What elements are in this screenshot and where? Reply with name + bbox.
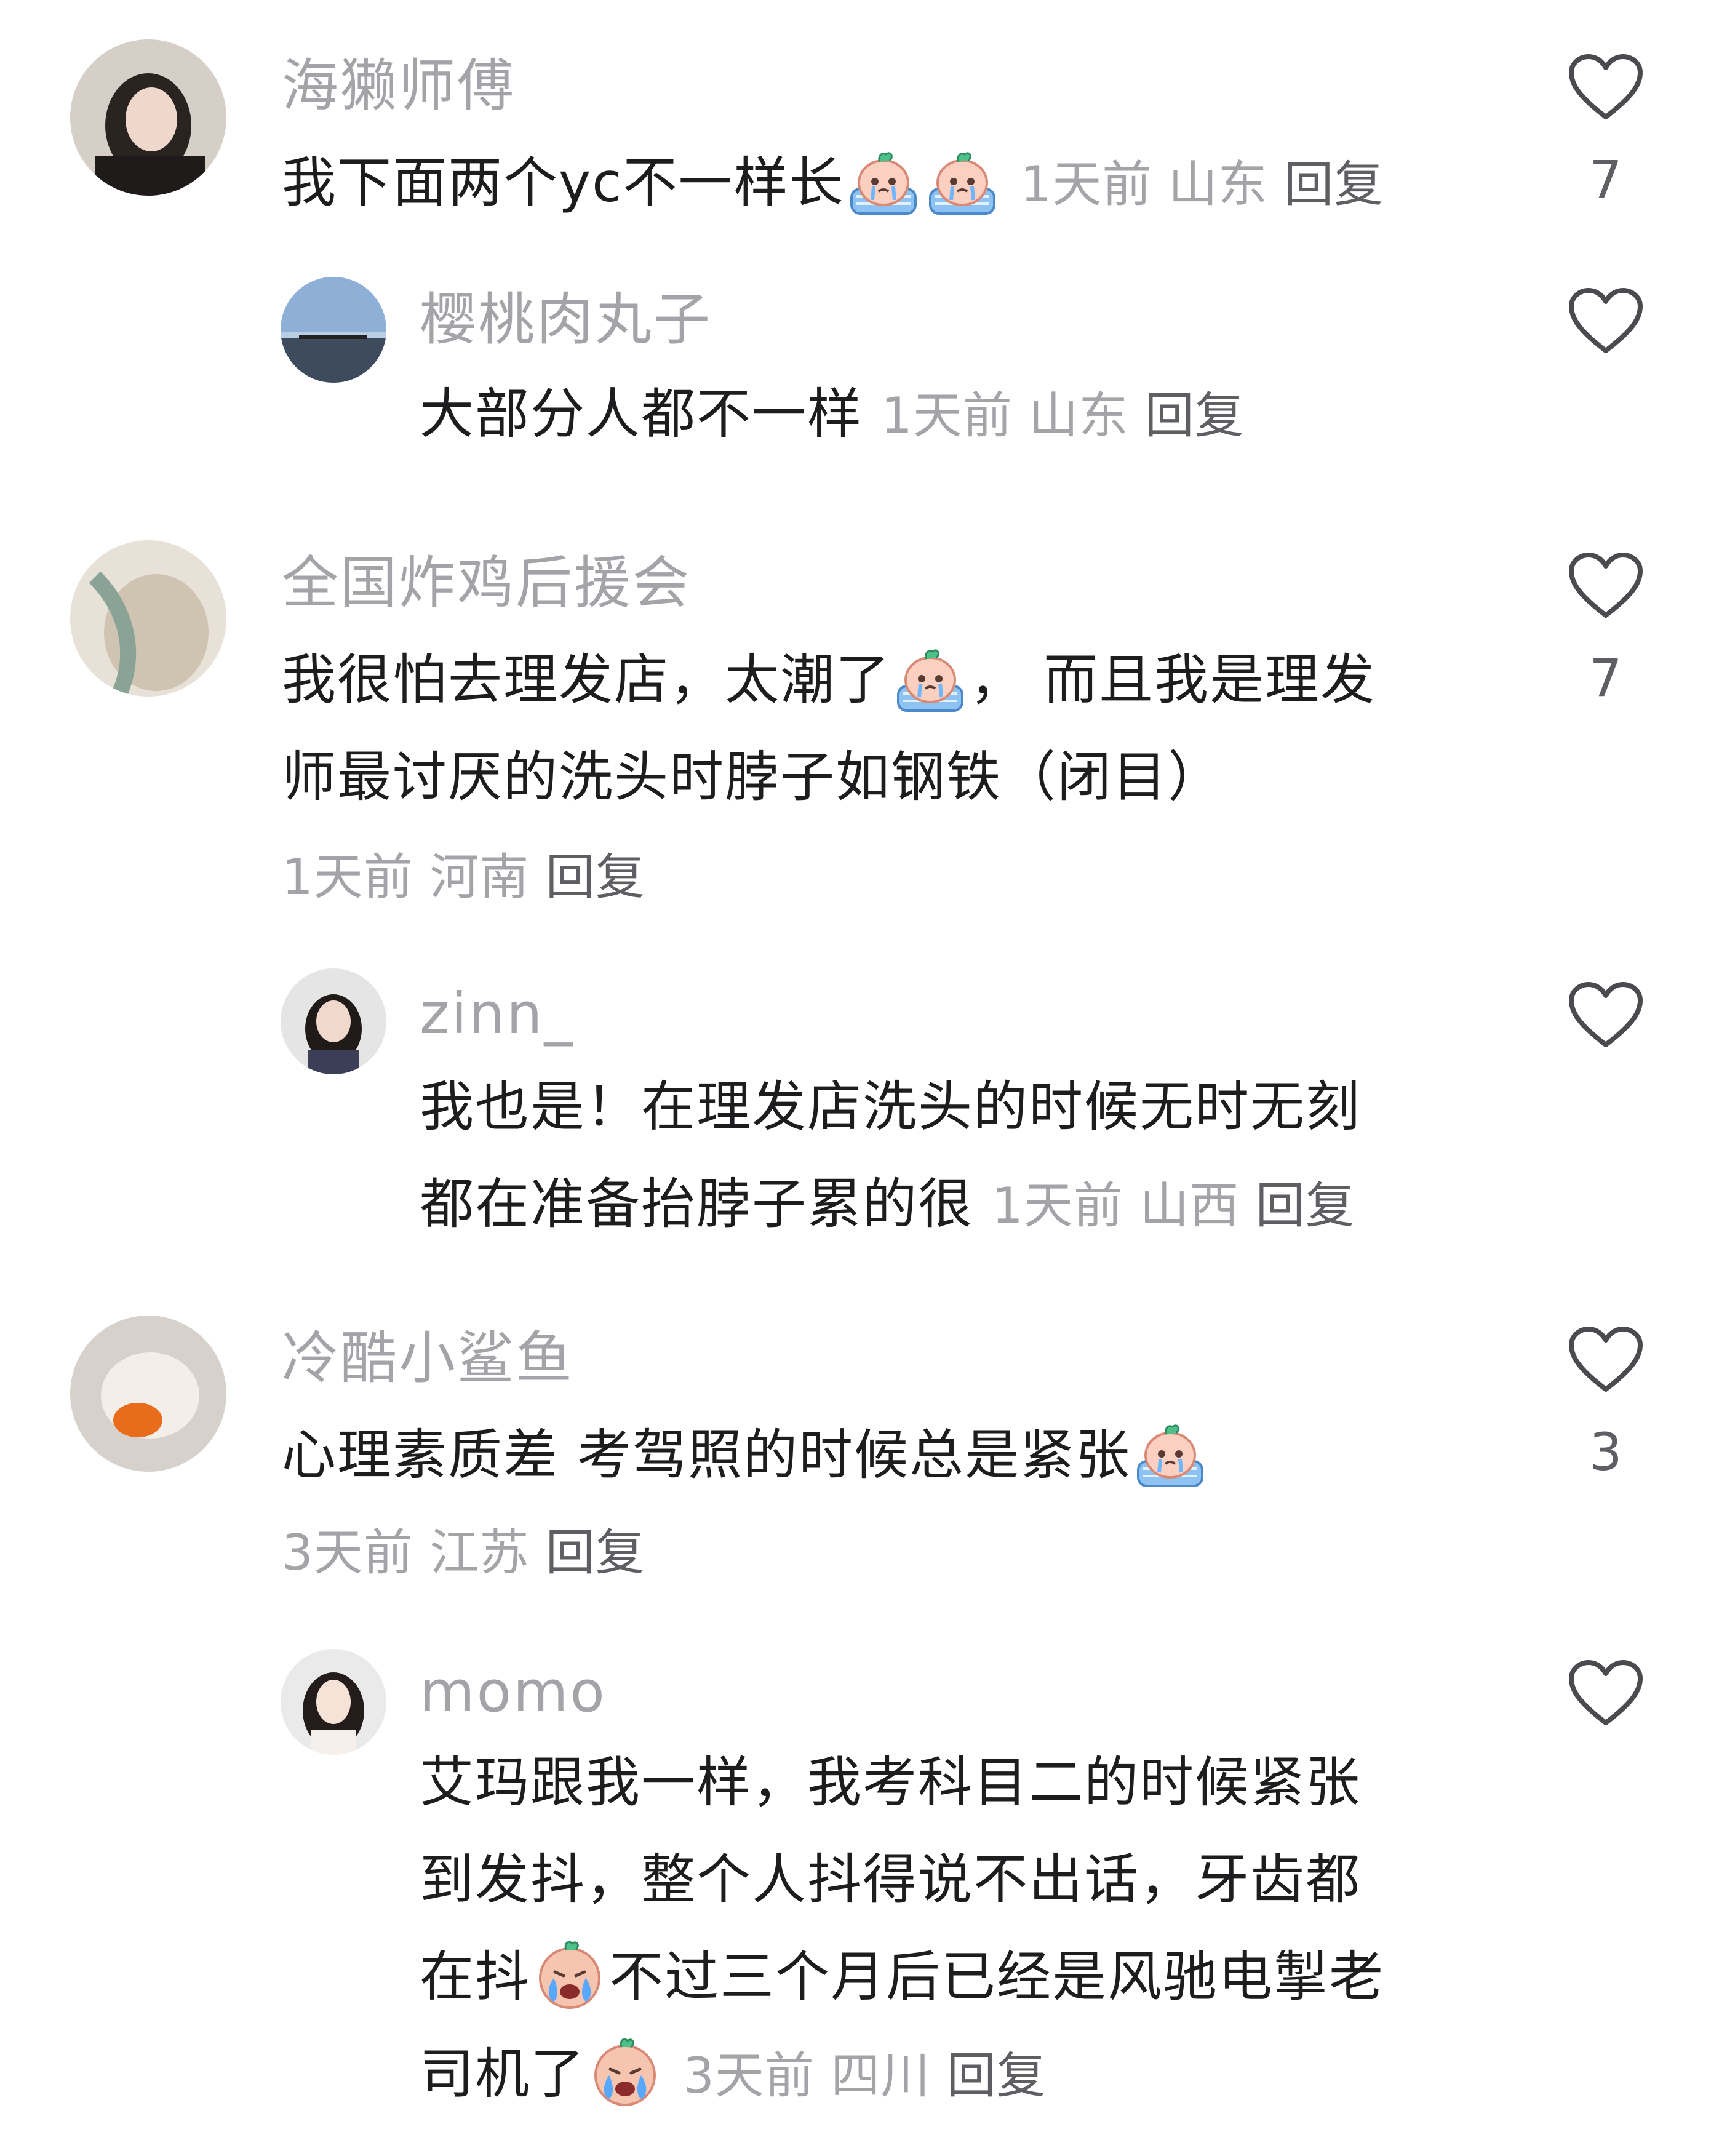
comment-text-content: 我很怕去理发店，太潮了 [282,648,891,711]
crying-peach-emoji [845,143,922,220]
avatar[interactable] [70,1316,226,1472]
reply-location: 山西 [1139,1177,1240,1234]
reply-text: 司机了 3天前 四川 回复 [420,2026,1047,2125]
comment-username[interactable]: 冷酷小鲨鱼 [282,1324,574,1393]
avatar[interactable] [70,39,226,196]
comment-meta: 1天前 河南 回复 [282,843,645,912]
crying-peach-emoji [1132,1416,1208,1492]
heart-icon[interactable] [1568,1325,1644,1394]
reply-text-content: 司机了 [420,2042,586,2106]
reply-meta: 3天前 四川 回复 [683,2047,1047,2104]
reply-text-line: 到发抖，整个人抖得说不出话，牙齿都 [420,1848,1362,1911]
reply-time: 1天前 [992,1177,1123,1234]
avatar[interactable] [281,968,386,1074]
comment-meta: 1天前 山东 回复 [1020,156,1384,213]
comment-location: 江苏 [429,1524,530,1581]
like-count: 7 [1589,648,1622,708]
reply-username[interactable]: 樱桃肉丸子 [420,285,712,354]
heart-icon[interactable] [1568,551,1644,620]
reply-text-line: 艾玛跟我一样，我考科目二的时候紧张 [420,1751,1362,1814]
comment-username[interactable]: 全国炸鸡后援会 [282,549,691,618]
comment-text-content: 我下面两个yc不一样长 [282,151,845,214]
reply-text-line: 我也是！在理发店洗头的时候无时无刻 [420,1075,1362,1138]
reply-text: 大部分人都不一样 1天前 山东 回复 [420,365,1245,465]
reply-button[interactable]: 回复 [546,848,645,906]
reply-button[interactable]: 回复 [947,2047,1047,2104]
crying-face-emoji [532,1938,608,2014]
reply-username[interactable]: zinn_ [420,980,574,1048]
heart-icon[interactable] [1568,981,1644,1050]
reply-meta: 1天前 山西 回复 [992,1177,1355,1234]
comment-location: 山东 [1168,156,1268,213]
reply-text-content: 不过三个月后已经是风驰电掣老 [609,1945,1385,2008]
comment-text-content: ， 而且我是理发 [970,648,1376,711]
reply-meta: 1天前 山东 回复 [881,387,1245,444]
like-count: 3 [1589,1422,1622,1482]
reply-text-content: 大部分人都不一样 [420,382,863,445]
like-count: 7 [1589,150,1622,210]
reply-button[interactable]: 回复 [1284,156,1384,213]
reply-username[interactable]: momo [420,1658,607,1727]
reply-time: 1天前 [881,387,1013,444]
heart-icon[interactable] [1568,53,1644,122]
crying-face-emoji [587,2035,663,2111]
crying-peach-emoji [892,641,968,717]
heart-icon[interactable] [1568,287,1644,356]
reply-button[interactable]: 回复 [1145,387,1245,444]
reply-button[interactable]: 回复 [1256,1177,1355,1234]
comment-text-line: 我很怕去理发店，太潮了 ， 而且我是理发 [282,631,1376,729]
comment-time: 1天前 [282,848,413,906]
avatar[interactable] [281,277,386,383]
crying-peach-emoji [924,143,1000,220]
avatar[interactable] [70,540,226,697]
reply-text: 都在准备抬脖子累的很 1天前 山西 回复 [420,1156,1355,1255]
comment-time: 1天前 [1020,156,1152,213]
reply-text-content: 在抖 [420,1945,531,2008]
comment-text-content: 心理素质差 考驾照的时候总是紧张 [282,1423,1131,1487]
comment-location: 河南 [429,848,530,906]
reply-text-line: 在抖 不过三个月后已经是风驰电掣老 [420,1928,1384,2026]
comment-time: 3天前 [282,1524,413,1581]
reply-location: 四川 [831,2047,931,2104]
avatar[interactable] [281,1649,386,1755]
comment-text: 我下面两个yc不一样长 1天前 山东 回复 [282,134,1384,233]
reply-time: 3天前 [683,2047,815,2104]
comment-text-line: 师最讨厌的洗头时脖子如钢铁（闭目） [282,745,1224,808]
reply-text-content: 都在准备抬脖子累的很 [420,1172,974,1236]
comment-username[interactable]: 海獭师傅 [282,52,516,121]
reply-button[interactable]: 回复 [546,1524,645,1581]
heart-icon[interactable] [1568,1659,1644,1728]
comment-text: 心理素质差 考驾照的时候总是紧张 [282,1407,1210,1504]
reply-location: 山东 [1029,387,1129,444]
comment-meta: 3天前 江苏 回复 [282,1519,645,1587]
